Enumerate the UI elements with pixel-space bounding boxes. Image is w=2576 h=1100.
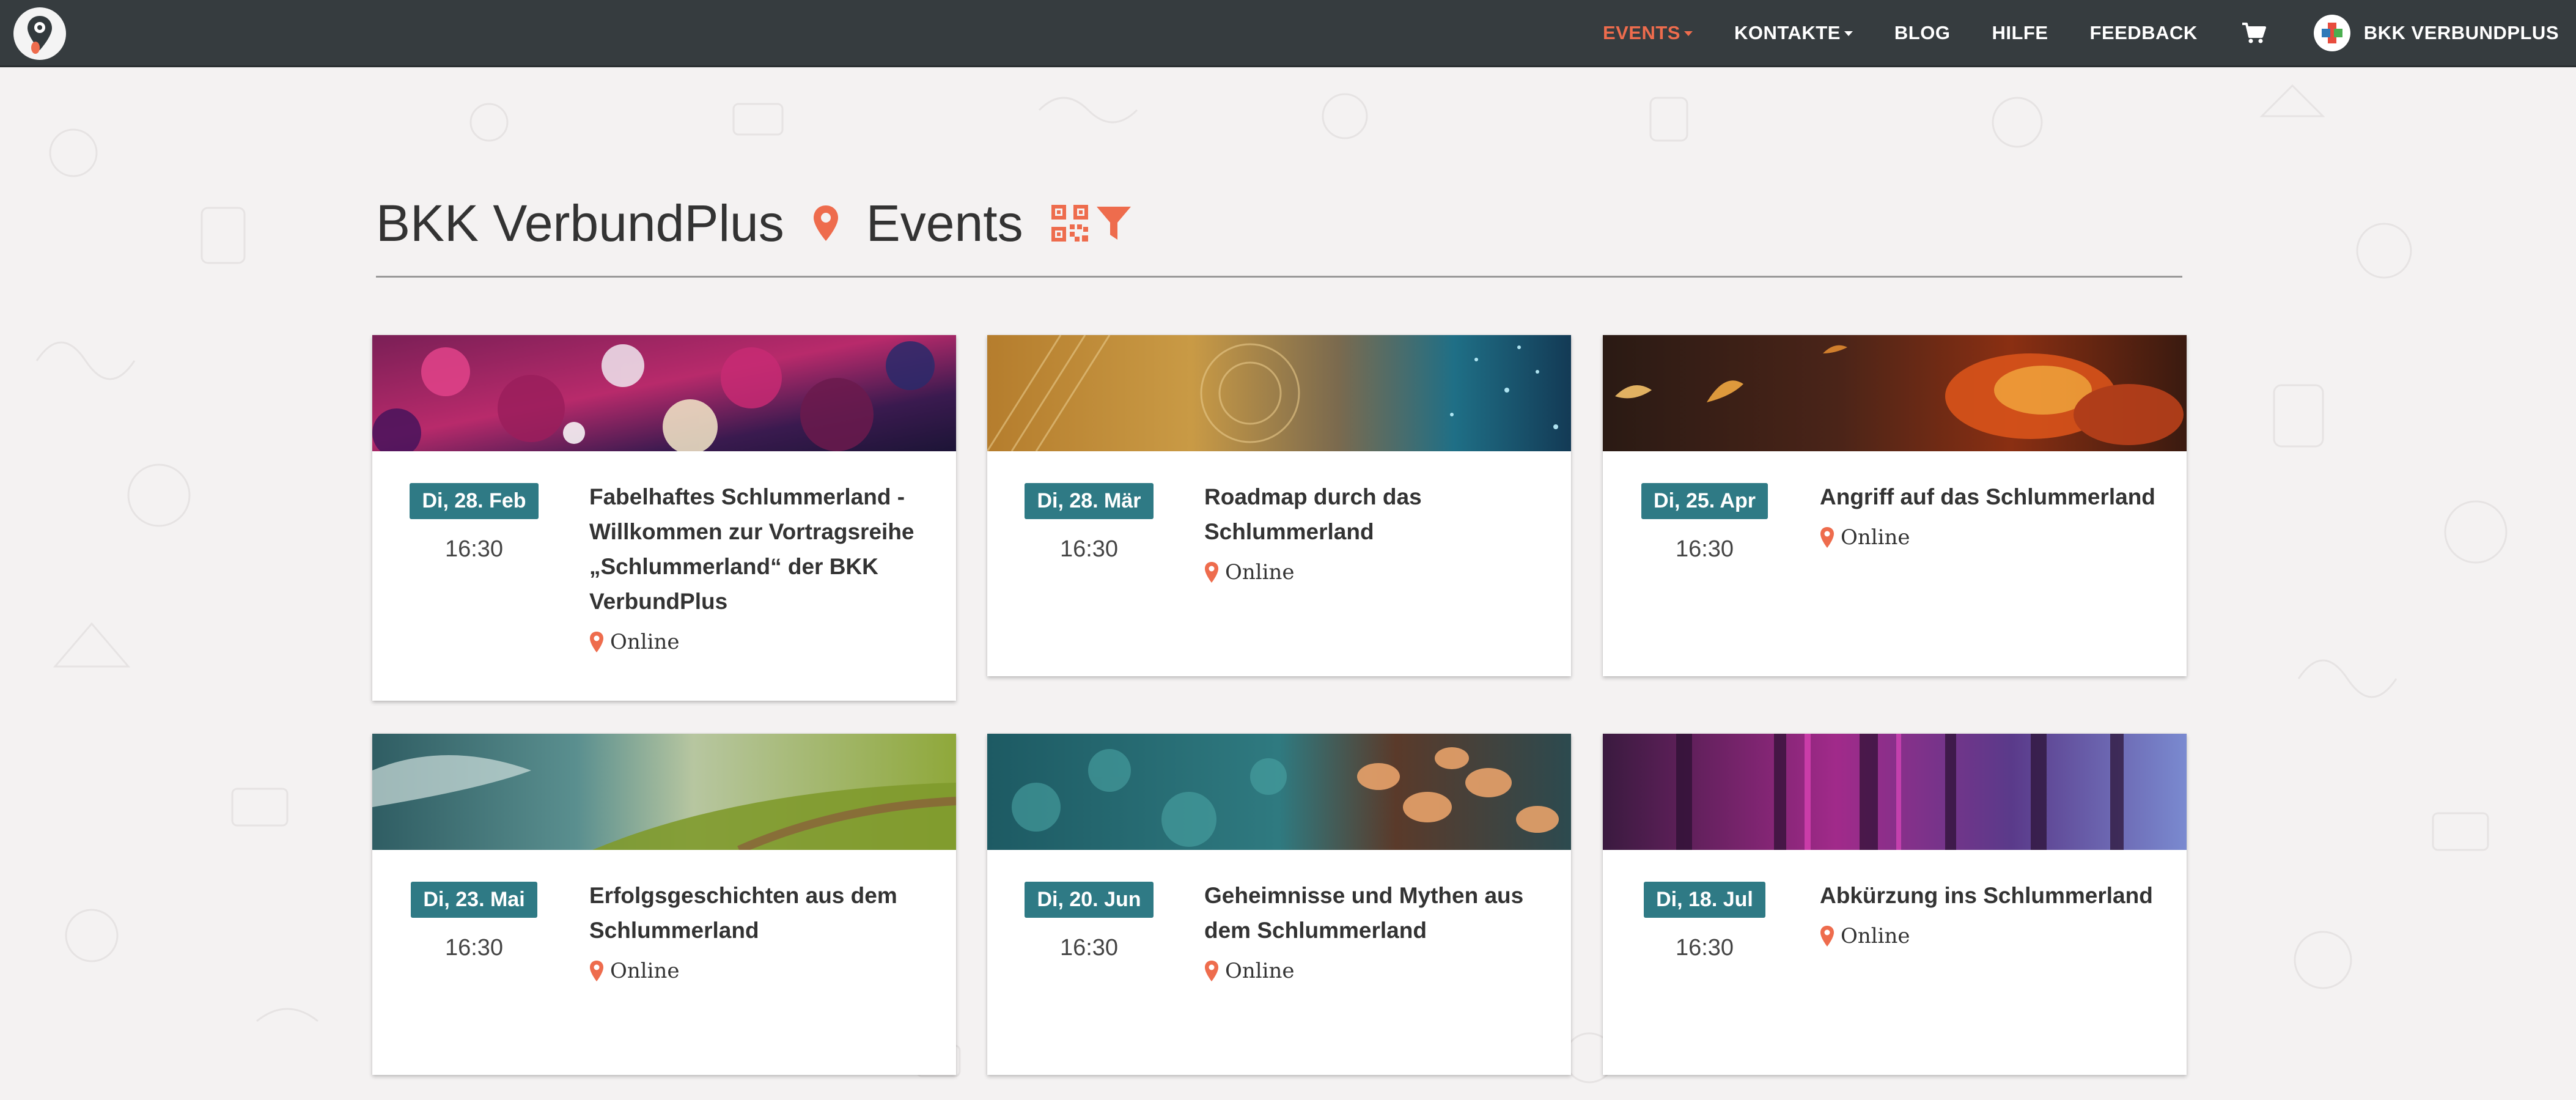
- event-image: [1603, 734, 2187, 850]
- event-date-badge: Di, 25. Apr: [1641, 483, 1768, 519]
- event-date-column: Di, 28. Mär 16:30: [987, 483, 1191, 563]
- nav-kontakte-label: KONTAKTE: [1734, 21, 1841, 43]
- event-info: Abkürzung ins Schlummerland Online: [1820, 878, 2162, 948]
- chevron-down-icon: [1684, 31, 1693, 36]
- logo-pin-icon: [28, 16, 52, 54]
- map-pin-icon: [589, 960, 604, 982]
- account-avatar: [2313, 14, 2350, 51]
- event-card[interactable]: Di, 20. Jun 16:30 Geheimnisse und Mythen…: [987, 734, 1571, 1075]
- event-info: Roadmap durch das Schlummerland Online: [1204, 479, 1547, 585]
- event-date-column: Di, 23. Mai 16:30: [372, 882, 576, 961]
- event-title[interactable]: Roadmap durch das Schlummerland: [1204, 479, 1547, 549]
- event-location-label: Online: [1225, 560, 1295, 585]
- event-date-badge: Di, 20. Jun: [1025, 882, 1154, 918]
- nav-menu: EVENTS KONTAKTE BLOG HILFE FEEDBACK BKK …: [1561, 0, 2559, 65]
- organizer-name: BKK VerbundPlus: [376, 194, 784, 252]
- event-title[interactable]: Abkürzung ins Schlummerland: [1820, 878, 2162, 913]
- event-date-badge: Di, 23. Mai: [411, 882, 537, 918]
- map-pin-icon: [589, 631, 604, 653]
- nav-kontakte[interactable]: KONTAKTE: [1734, 22, 1853, 44]
- event-image: [372, 335, 956, 451]
- event-location-label: Online: [610, 630, 680, 654]
- event-location: Online: [1820, 525, 2162, 550]
- event-date-column: Di, 20. Jun 16:30: [987, 882, 1191, 961]
- header-divider: [376, 276, 2182, 278]
- account-menu[interactable]: BKK VERBUNDPLUS: [2313, 14, 2559, 51]
- event-card[interactable]: Di, 18. Jul 16:30 Abkürzung ins Schlumme…: [1603, 734, 2187, 1075]
- event-location-label: Online: [610, 959, 680, 983]
- event-image: [372, 734, 956, 850]
- map-pin-icon: [1820, 925, 1834, 947]
- event-info: Geheimnisse und Mythen aus dem Schlummer…: [1204, 878, 1547, 983]
- map-pin-icon: [1204, 561, 1219, 583]
- event-info: Angriff auf das Schlummerland Online: [1820, 479, 2162, 550]
- page-title: BKK VerbundPlus Events: [376, 186, 1132, 260]
- map-pin-icon: [1204, 960, 1219, 982]
- nav-events-label: EVENTS: [1602, 21, 1680, 43]
- event-location-label: Online: [1225, 959, 1295, 983]
- event-date-column: Di, 25. Apr 16:30: [1603, 483, 1806, 563]
- nav-hilfe-label: HILFE: [1992, 21, 2048, 43]
- bkk-plus-logo-icon: [2321, 22, 2342, 43]
- event-location-label: Online: [1841, 924, 1910, 948]
- event-image: [987, 335, 1571, 451]
- event-image: [1603, 335, 2187, 451]
- top-navbar: EVENTS KONTAKTE BLOG HILFE FEEDBACK BKK …: [0, 0, 2576, 67]
- event-image: [987, 734, 1571, 850]
- event-card[interactable]: Di, 23. Mai 16:30 Erfolgsgeschichten aus…: [372, 734, 956, 1075]
- event-info: Fabelhaftes Schlummerland - Willkommen z…: [589, 479, 932, 654]
- account-label: BKK VERBUNDPLUS: [2363, 21, 2559, 43]
- event-time: 16:30: [1059, 935, 1119, 961]
- nav-events[interactable]: EVENTS: [1603, 22, 1693, 44]
- event-title[interactable]: Geheimnisse und Mythen aus dem Schlummer…: [1204, 878, 1547, 948]
- event-time: 16:30: [1675, 536, 1734, 562]
- event-date-column: Di, 28. Feb 16:30: [372, 483, 576, 563]
- nav-feedback-label: FEEDBACK: [2089, 21, 2198, 43]
- event-card[interactable]: Di, 25. Apr 16:30 Angriff auf das Schlum…: [1603, 335, 2187, 676]
- event-location-label: Online: [1841, 525, 1910, 550]
- filter-icon[interactable]: [1095, 204, 1132, 242]
- nav-hilfe[interactable]: HILFE: [1992, 22, 2048, 44]
- event-date-badge: Di, 18. Jul: [1644, 882, 1765, 918]
- event-date-badge: Di, 28. Feb: [410, 483, 539, 519]
- event-location: Online: [589, 630, 932, 654]
- event-card[interactable]: Di, 28. Mär 16:30 Roadmap durch das Schl…: [987, 335, 1571, 676]
- map-pin-icon: [812, 204, 839, 242]
- section-title: Events: [866, 194, 1023, 252]
- event-time: 16:30: [444, 536, 504, 562]
- event-date-column: Di, 18. Jul 16:30: [1603, 882, 1806, 961]
- chevron-down-icon: [1844, 31, 1853, 36]
- event-time: 16:30: [444, 935, 504, 961]
- nav-blog-label: BLOG: [1894, 21, 1951, 43]
- event-time: 16:30: [1059, 536, 1119, 562]
- nav-feedback[interactable]: FEEDBACK: [2090, 22, 2198, 44]
- shopping-cart-icon[interactable]: [2242, 22, 2266, 44]
- event-location: Online: [1204, 560, 1547, 585]
- event-title[interactable]: Angriff auf das Schlummerland: [1820, 479, 2162, 514]
- event-info: Erfolgsgeschichten aus dem Schlummerland…: [589, 878, 932, 983]
- qr-code-icon[interactable]: [1050, 204, 1089, 243]
- event-date-badge: Di, 28. Mär: [1025, 483, 1154, 519]
- event-location: Online: [1204, 959, 1547, 983]
- event-location: Online: [589, 959, 932, 983]
- event-time: 16:30: [1675, 935, 1734, 961]
- event-location: Online: [1820, 924, 2162, 948]
- event-title[interactable]: Erfolgsgeschichten aus dem Schlummerland: [589, 878, 932, 948]
- app-logo[interactable]: [13, 7, 66, 60]
- map-pin-icon: [1820, 526, 1834, 548]
- nav-blog[interactable]: BLOG: [1894, 22, 1951, 44]
- event-title[interactable]: Fabelhaftes Schlummerland - Willkommen z…: [589, 479, 932, 619]
- event-card[interactable]: Di, 28. Feb 16:30 Fabelhaftes Schlummerl…: [372, 335, 956, 701]
